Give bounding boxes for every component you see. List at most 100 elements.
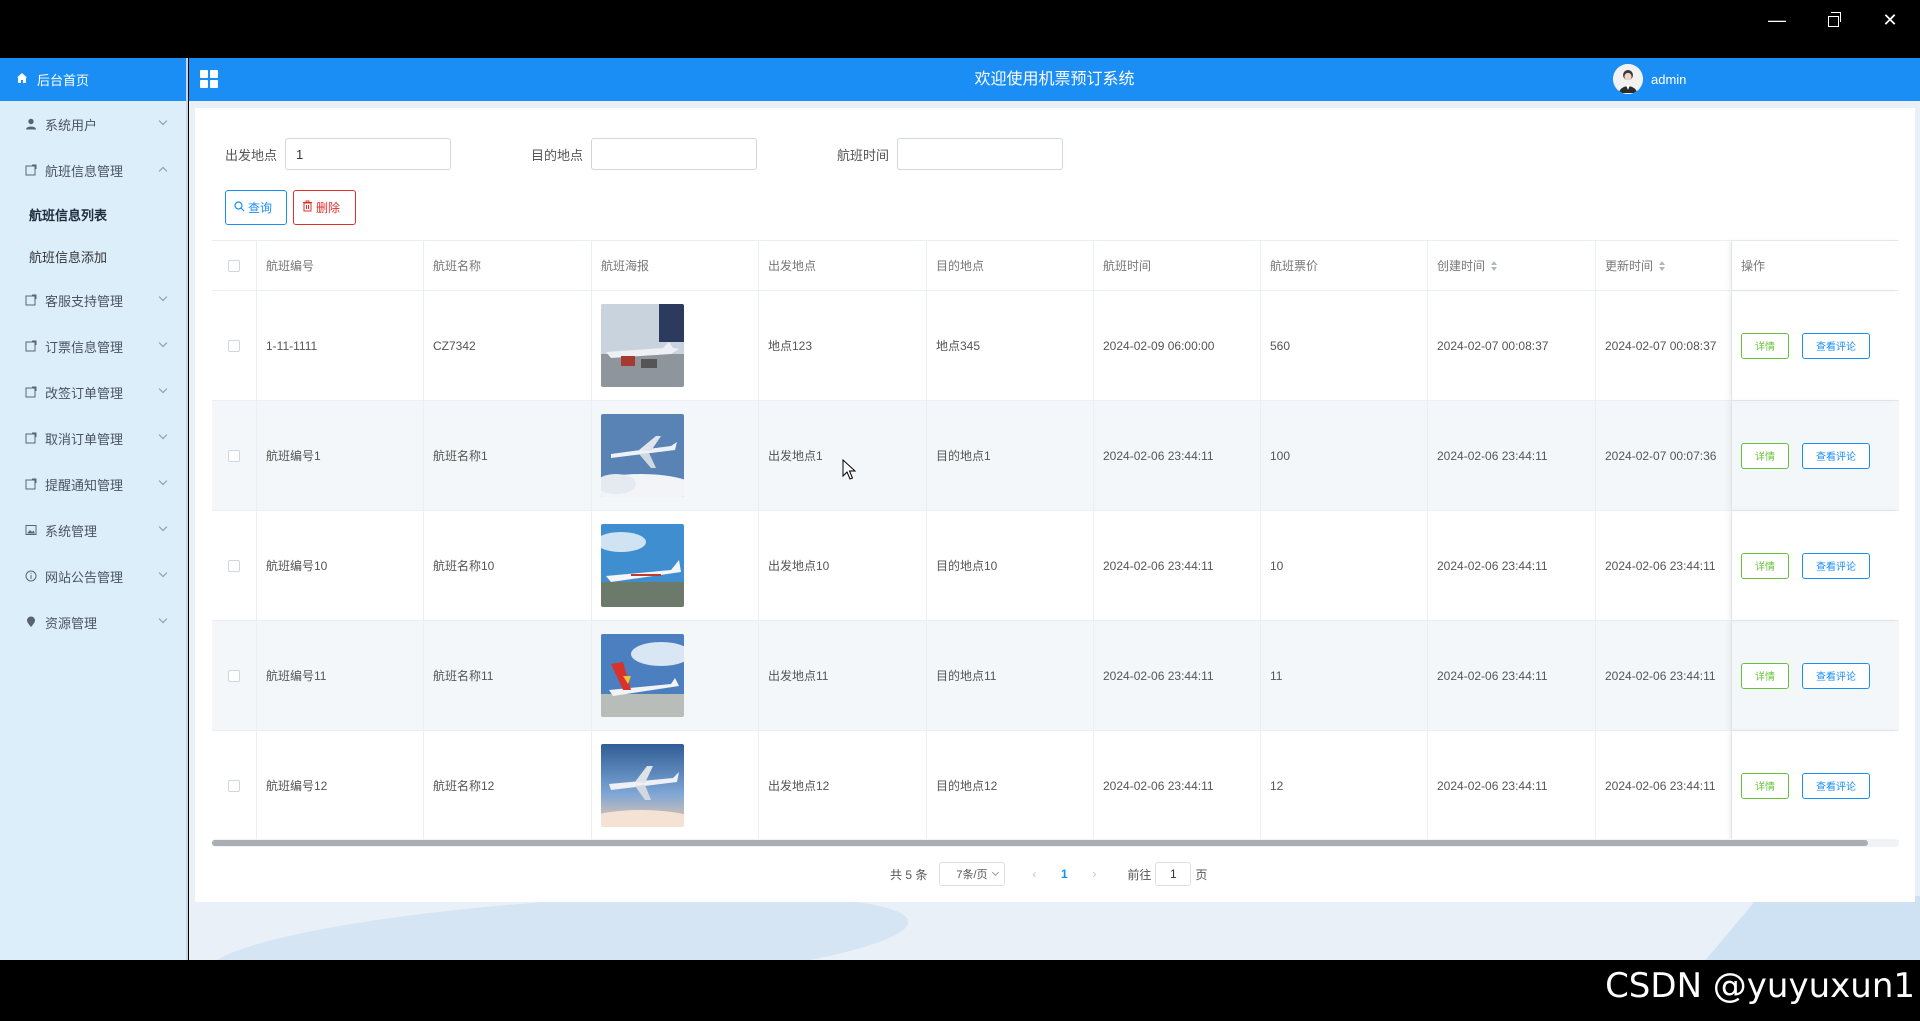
next-page-button[interactable]: ›: [1079, 867, 1109, 881]
goto-page: 前往 页: [1127, 862, 1207, 886]
cell-from: 出发地点12: [759, 731, 927, 840]
image-icon: [24, 524, 37, 537]
cell-created: 2024-02-06 23:44:11: [1428, 731, 1596, 840]
to-input[interactable]: [591, 138, 758, 170]
page-size-select[interactable]: 7条/页: [939, 862, 1006, 886]
table-row: 1-11-1111 CZ7342 地点123 地点345 2024-02-09 …: [212, 291, 1899, 401]
goto-prefix: 前往: [1127, 867, 1152, 882]
sidebar-item-resources[interactable]: 资源管理: [0, 599, 186, 645]
sidebar-subitem-flight-list[interactable]: 航班信息列表: [0, 193, 186, 235]
sidebar-item-label: 取消订单管理: [45, 431, 124, 447]
trash-icon: [302, 200, 313, 215]
poster-airport-plane-image[interactable]: [601, 304, 684, 387]
poster-plane-sunset-image[interactable]: [601, 744, 684, 827]
cell-price: 11: [1261, 621, 1428, 730]
doc-icon: [24, 294, 37, 307]
cell-from: 出发地点10: [759, 511, 927, 620]
sidebar-item-label: 提醒通知管理: [45, 477, 124, 493]
poster-plane-runway-image[interactable]: [601, 524, 684, 607]
page-number[interactable]: 1: [1049, 867, 1079, 881]
cell-updated: 2024-02-07 00:07:36: [1596, 401, 1732, 510]
horizontal-scrollbar[interactable]: [212, 839, 1899, 847]
col-updated[interactable]: 更新时间: [1596, 241, 1732, 290]
user-menu[interactable]: admin: [1613, 64, 1686, 94]
cell-flight-name: 航班名称12: [424, 731, 592, 840]
sidebar-home[interactable]: 后台首页: [0, 58, 186, 101]
restore-icon: [1827, 12, 1841, 27]
sidebar-item-announcements[interactable]: 网站公告管理: [0, 553, 186, 599]
scrollbar-thumb[interactable]: [212, 840, 1868, 846]
chevron-down-icon: [158, 522, 168, 532]
doc-icon: [24, 386, 37, 399]
doc-icon: [24, 432, 37, 445]
sidebar-item-label: 系统用户: [45, 117, 98, 133]
sidebar-item-change-order[interactable]: 改签订单管理: [0, 369, 186, 415]
col-flight-poster: 航班海报: [592, 241, 759, 290]
username: admin: [1651, 71, 1687, 87]
col-created[interactable]: 创建时间: [1428, 241, 1596, 290]
close-button[interactable]: ✕: [1870, 8, 1910, 32]
cell-flight-no: 1-11-1111: [257, 291, 424, 400]
from-input[interactable]: [285, 138, 452, 170]
sidebar-item-cancel-order[interactable]: 取消订单管理: [0, 415, 186, 461]
detail-button[interactable]: 详情: [1741, 442, 1789, 469]
table-row: 航班编号11 航班名称11 出发地点11 目的地点11 2024-02-06 2…: [212, 621, 1899, 731]
view-reviews-button[interactable]: 查看评论: [1802, 772, 1870, 799]
info-icon: [24, 570, 37, 583]
sidebar-item-system-users[interactable]: 系统用户: [0, 101, 186, 147]
cell-updated: 2024-02-06 23:44:11: [1596, 621, 1732, 730]
chevron-down-icon: [158, 384, 168, 394]
sidebar-item-label: 客服支持管理: [45, 293, 124, 309]
window-titlebar: — ✕: [0, 0, 1920, 58]
minimize-button[interactable]: —: [1757, 8, 1797, 32]
select-all-checkbox[interactable]: [228, 259, 240, 272]
sidebar: 后台首页 系统用户 航班信息管理 航班信息列表 航班信息添加 客服支持管理 订票…: [0, 58, 188, 960]
view-reviews-button[interactable]: 查看评论: [1802, 332, 1870, 359]
goto-suffix: 页: [1195, 867, 1208, 882]
row-checkbox[interactable]: [228, 779, 240, 792]
row-checkbox[interactable]: [228, 449, 240, 462]
sort-icon[interactable]: [1659, 260, 1666, 271]
query-button[interactable]: 查询: [225, 190, 287, 225]
view-reviews-button[interactable]: 查看评论: [1802, 552, 1870, 579]
sidebar-item-support[interactable]: 客服支持管理: [0, 277, 186, 323]
sort-icon[interactable]: [1491, 260, 1498, 271]
cell-price: 560: [1261, 291, 1428, 400]
poster-plane-red-tail-image[interactable]: [601, 634, 684, 717]
sidebar-subitem-flight-add[interactable]: 航班信息添加: [0, 235, 186, 277]
view-reviews-button[interactable]: 查看评论: [1802, 442, 1870, 469]
sidebar-item-notifications[interactable]: 提醒通知管理: [0, 461, 186, 507]
cell-flight-time: 2024-02-09 06:00:00: [1094, 291, 1261, 400]
restore-button[interactable]: [1813, 8, 1853, 32]
search-form: 出发地点 目的地点 航班时间: [225, 138, 1064, 170]
detail-button[interactable]: 详情: [1741, 772, 1789, 799]
avatar: [1613, 64, 1643, 94]
chevron-down-icon: [158, 430, 168, 440]
chevron-down-icon: [158, 476, 168, 486]
sidebar-item-label: 网站公告管理: [45, 569, 124, 585]
cell-flight-no: 航班编号12: [257, 731, 424, 840]
time-input[interactable]: [897, 138, 1064, 170]
sidebar-item-system-manage[interactable]: 系统管理: [0, 507, 186, 553]
from-label: 出发地点: [225, 147, 278, 163]
detail-button[interactable]: 详情: [1741, 552, 1789, 579]
delete-button[interactable]: 删除: [293, 190, 356, 225]
row-checkbox[interactable]: [228, 339, 240, 352]
action-bar: 查询 删除: [225, 190, 356, 225]
row-checkbox[interactable]: [228, 669, 240, 682]
col-flight-time: 航班时间: [1094, 241, 1261, 290]
cell-created: 2024-02-06 23:44:11: [1428, 401, 1596, 510]
detail-button[interactable]: 详情: [1741, 332, 1789, 359]
cell-created: 2024-02-06 23:44:11: [1428, 621, 1596, 730]
detail-button[interactable]: 详情: [1741, 662, 1789, 689]
cell-from: 出发地点1: [759, 401, 927, 510]
sidebar-item-booking[interactable]: 订票信息管理: [0, 323, 186, 369]
goto-page-input[interactable]: [1155, 862, 1192, 886]
view-reviews-button[interactable]: 查看评论: [1802, 662, 1870, 689]
poster-plane-clouds-image[interactable]: [601, 414, 684, 497]
cell-flight-no: 航班编号11: [257, 621, 424, 730]
sidebar-item-flight-info[interactable]: 航班信息管理: [0, 147, 186, 193]
cell-price: 10: [1261, 511, 1428, 620]
prev-page-button[interactable]: ‹: [1019, 867, 1049, 881]
row-checkbox[interactable]: [228, 559, 240, 572]
